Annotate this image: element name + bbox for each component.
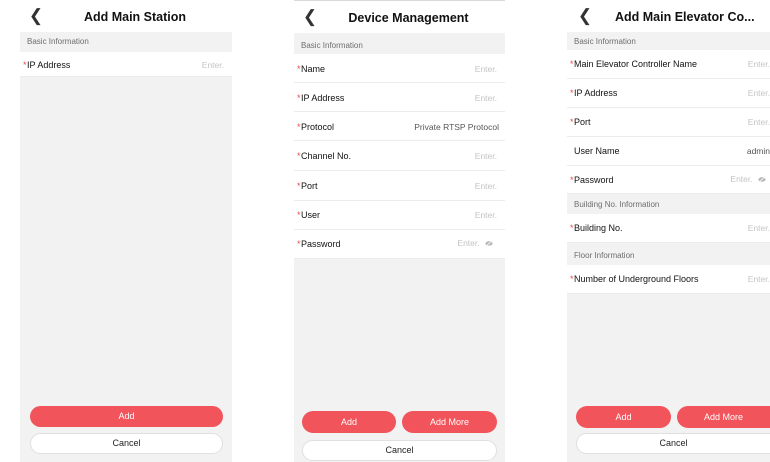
field-row-channel-no[interactable]: * Channel No. Enter. (294, 141, 505, 171)
field-row-underground-floors[interactable]: * Number of Underground Floors Enter. (567, 265, 770, 294)
title-bar: ❮ Device Management (294, 0, 505, 33)
field-row-password[interactable]: * Password Enter. (567, 166, 770, 194)
back-chevron-icon[interactable]: ❮ (26, 6, 46, 26)
eye-off-icon[interactable] (485, 239, 493, 247)
cancel-button[interactable]: Cancel (302, 440, 497, 461)
field-label: User Name (574, 146, 620, 156)
field-label: Channel No. (301, 151, 352, 161)
field-label: Password (574, 175, 614, 185)
section-header-basic: Basic Information (567, 34, 770, 50)
field-label: User (301, 210, 321, 220)
add-button[interactable]: Add (576, 406, 671, 428)
field-label: Building No. (574, 223, 623, 233)
field-row-port[interactable]: * Port Enter. (294, 171, 505, 201)
back-chevron-icon[interactable]: ❮ (575, 6, 595, 26)
password-input[interactable]: Enter. (457, 238, 479, 248)
field-label: Protocol (301, 122, 335, 132)
field-row-user-name[interactable]: User Name admin (567, 137, 770, 166)
user-input[interactable]: Enter. (475, 210, 497, 220)
field-row-user[interactable]: * User Enter. (294, 201, 505, 230)
ip-address-input[interactable]: Enter. (748, 88, 770, 98)
cancel-button[interactable]: Cancel (30, 433, 223, 454)
field-row-ip-address[interactable]: * IP Address Enter. (20, 52, 232, 77)
field-row-ip-address[interactable]: * IP Address Enter. (567, 79, 770, 108)
protocol-select[interactable]: Private RTSP Protocol (414, 122, 499, 132)
section-header-building: Building No. Information (567, 197, 770, 213)
ip-address-input[interactable]: Enter. (202, 60, 224, 70)
field-label: IP Address (574, 88, 618, 98)
port-input[interactable]: Enter. (748, 117, 770, 127)
field-row-building-no[interactable]: * Building No. Enter. (567, 214, 770, 243)
title-bar: ❮ Add Main Station (20, 0, 232, 32)
section-header-basic: Basic Information (20, 34, 232, 50)
field-row-controller-name[interactable]: * Main Elevator Controller Name Enter. (567, 50, 770, 79)
field-label: Port (301, 181, 318, 191)
eye-off-icon[interactable] (758, 175, 766, 183)
device-management-screen: ❮ Device Management Basic Information * … (294, 0, 505, 462)
title-bar: ❮ Add Main Elevator Co... (567, 0, 770, 32)
channel-no-input[interactable]: Enter. (475, 151, 497, 161)
underground-floors-input[interactable]: Enter. (748, 274, 770, 284)
cancel-button[interactable]: Cancel (576, 433, 770, 454)
name-input[interactable]: Enter. (475, 64, 497, 74)
add-main-station-screen: ❮ Add Main Station Basic Information * I… (20, 0, 232, 462)
add-button[interactable]: Add (302, 411, 396, 433)
field-label: Main Elevator Controller Name (574, 59, 698, 69)
section-header-basic: Basic Information (294, 38, 505, 54)
field-label: IP Address (301, 93, 345, 103)
back-chevron-icon[interactable]: ❮ (300, 7, 320, 27)
page-title: Add Main Station (83, 10, 187, 24)
user-name-input[interactable]: admin (747, 146, 770, 156)
port-input[interactable]: Enter. (475, 181, 497, 191)
field-row-password[interactable]: * Password Enter. (294, 230, 505, 259)
field-label: IP Address (27, 60, 71, 70)
section-header-floor: Floor Information (567, 248, 770, 264)
field-label: Number of Underground Floors (574, 274, 699, 284)
add-button[interactable]: Add (30, 406, 223, 427)
field-row-port[interactable]: * Port Enter. (567, 108, 770, 137)
field-row-name[interactable]: * Name Enter. (294, 54, 505, 83)
page-title: Device Management (348, 11, 469, 25)
field-label: Port (574, 117, 591, 127)
page-title: Add Main Elevator Co... (615, 10, 755, 24)
building-no-input[interactable]: Enter. (748, 223, 770, 233)
ip-address-input[interactable]: Enter. (475, 93, 497, 103)
add-more-button[interactable]: Add More (677, 406, 770, 428)
add-main-elevator-controller-screen: ❮ Add Main Elevator Co... Basic Informat… (567, 0, 770, 462)
field-row-ip-address[interactable]: * IP Address Enter. (294, 83, 505, 112)
field-row-protocol[interactable]: * Protocol Private RTSP Protocol (294, 112, 505, 141)
password-input[interactable]: Enter. (730, 174, 752, 184)
add-more-button[interactable]: Add More (402, 411, 497, 433)
controller-name-input[interactable]: Enter. (748, 59, 770, 69)
field-label: Password (301, 239, 341, 249)
field-label: Name (301, 64, 326, 74)
